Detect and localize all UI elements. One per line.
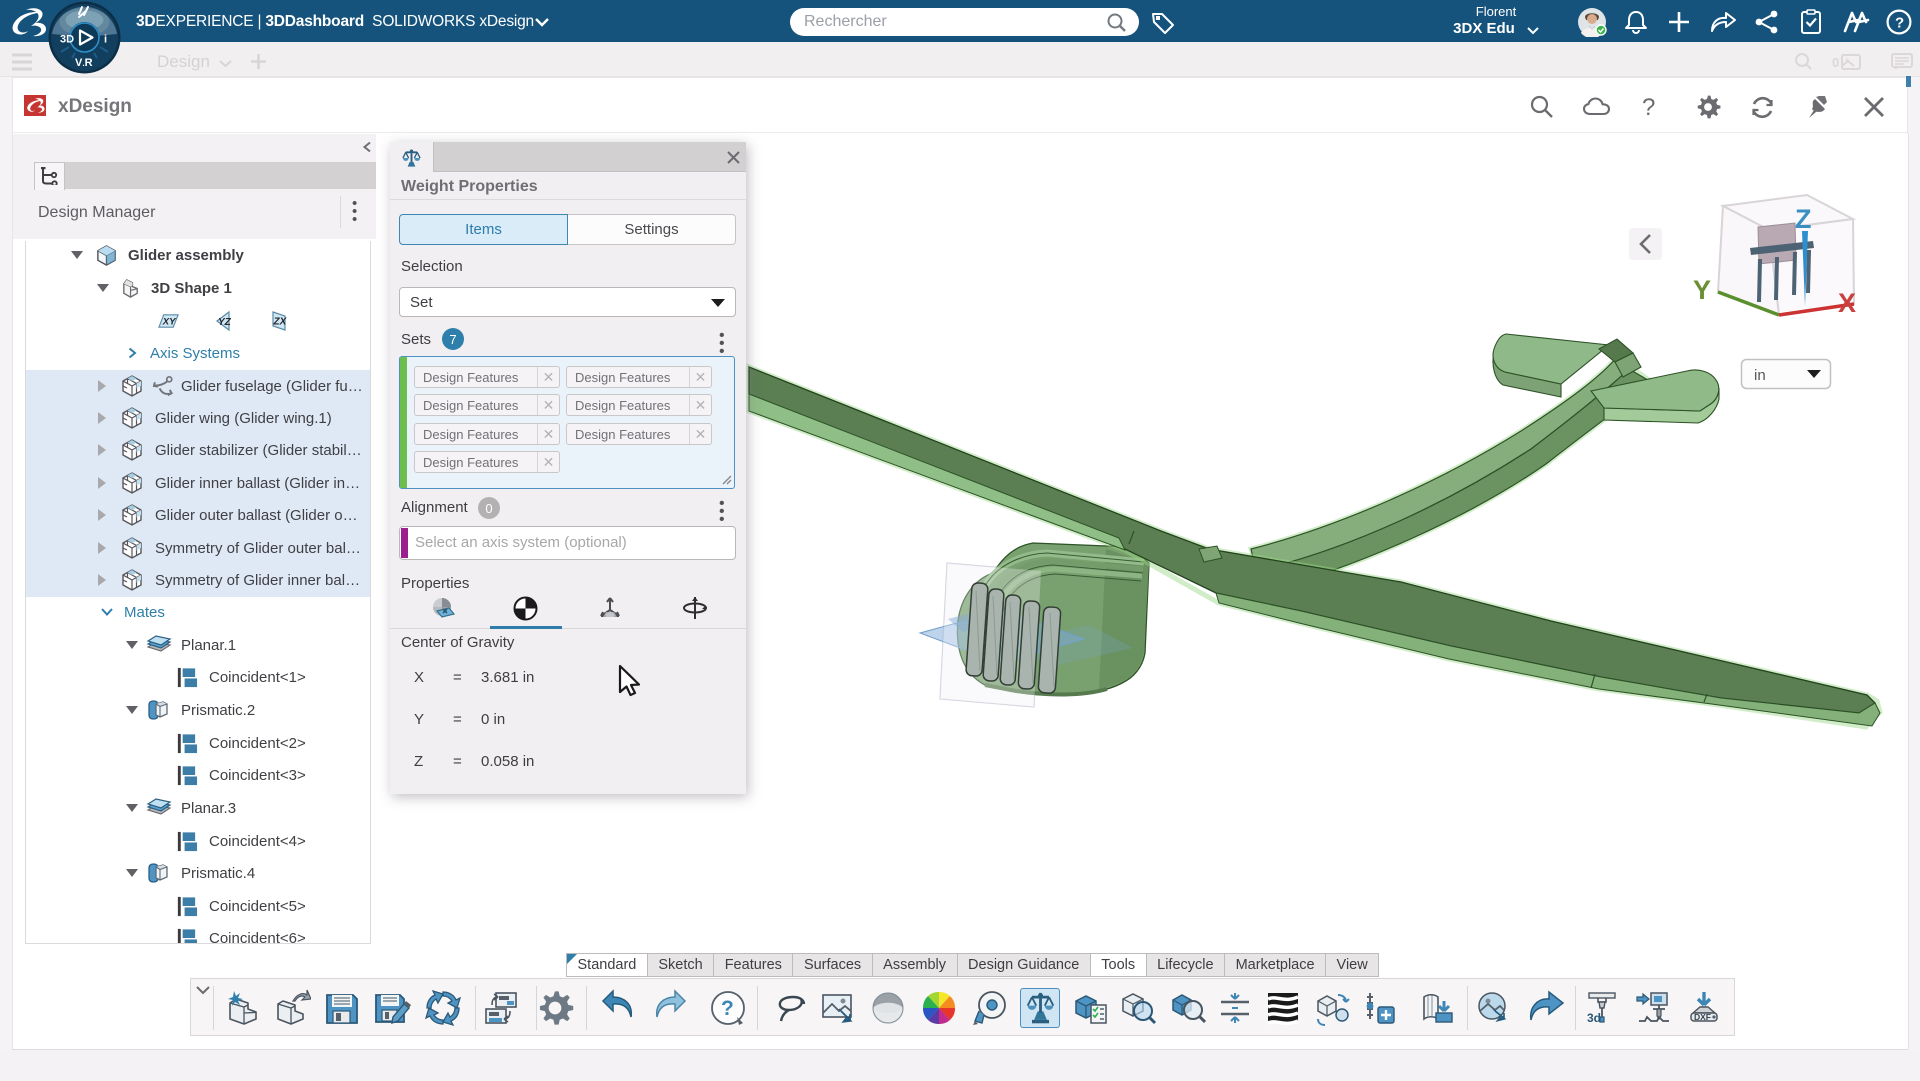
svg-text:ZX: ZX [273,317,288,328]
svg-text:XY: XY [162,316,177,327]
svg-text:YZ: YZ [218,317,232,328]
svg-text:i: i [104,34,107,46]
svg-text:X: X [1838,288,1856,318]
svg-text:Z: Z [1795,204,1812,234]
svg-text:3D: 3D [60,34,74,46]
svg-text:V.R: V.R [75,57,93,69]
svg-text:3d: 3d [1587,1011,1601,1025]
svg-text:in: in [1754,367,1766,384]
svg-text:?: ? [721,997,734,1020]
svg-text:Y: Y [1693,275,1711,305]
svg-text:DXF: DXF [1694,1012,1711,1022]
